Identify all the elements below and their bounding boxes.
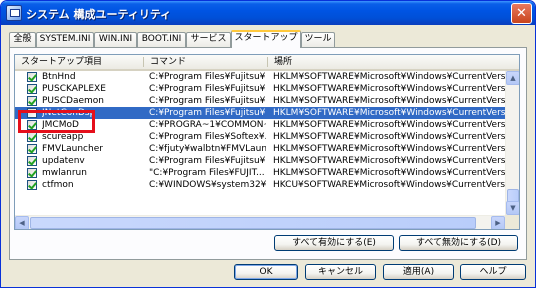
startup-command: "C:¥Program Files¥FUJIT... bbox=[149, 168, 265, 178]
list-item[interactable]: mwlanrun "C:¥Program Files¥FUJIT... HKLM¥S… bbox=[15, 167, 505, 179]
apply-button[interactable]: 適用(A) bbox=[383, 264, 454, 280]
startup-checkbox[interactable] bbox=[27, 156, 37, 166]
startup-item-name: FMVLauncher bbox=[42, 144, 103, 154]
startup-command: C:¥Program Files¥Fujitsu¥... bbox=[149, 96, 266, 106]
startup-command: C:¥Program Files¥Softex¥... bbox=[149, 132, 266, 142]
column-header-command[interactable]: コマンド bbox=[144, 55, 267, 69]
startup-checkbox[interactable] bbox=[27, 72, 37, 82]
startup-item-name: PUSCKAPLEXE bbox=[42, 84, 106, 94]
startup-location: HKLM¥SOFTWARE¥Microsoft¥Windows¥CurrentV… bbox=[273, 168, 505, 178]
cancel-button[interactable]: キャンセル bbox=[305, 264, 376, 280]
startup-item-name: updatenv bbox=[42, 156, 85, 166]
startup-location: HKLM¥SOFTWARE¥Microsoft¥Windows¥CurrentV… bbox=[273, 156, 505, 166]
startup-checkbox[interactable] bbox=[27, 132, 37, 142]
startup-location: HKLM¥SOFTWARE¥Microsoft¥Windows¥CurrentV… bbox=[273, 132, 505, 142]
startup-checkbox[interactable] bbox=[27, 180, 37, 190]
tab-system-ini[interactable]: SYSTEM.INI bbox=[36, 32, 94, 47]
title-bar[interactable]: システム 構成ユーティリティ ✕ bbox=[1, 1, 535, 25]
list-item[interactable]: PUSCKAPLEXE C:¥Program Files¥Fujitsu¥... H… bbox=[15, 83, 505, 95]
startup-command: C:¥Program Files¥Fujitsu¥... bbox=[149, 108, 266, 118]
startup-location: HKLM¥SOFTWARE¥Microsoft¥Windows¥CurrentV… bbox=[273, 120, 505, 130]
highlight-box bbox=[18, 110, 95, 133]
startup-item-name: ctfmon bbox=[42, 180, 74, 190]
disable-all-button[interactable]: すべて無効にする(D) bbox=[399, 235, 518, 251]
startup-checkbox[interactable] bbox=[27, 84, 37, 94]
startup-command: C:¥WINDOWS¥system32¥c... bbox=[149, 180, 266, 190]
startup-location: HKLM¥SOFTWARE¥Microsoft¥Windows¥CurrentV… bbox=[273, 108, 505, 118]
startup-location: HKLM¥SOFTWARE¥Microsoft¥Windows¥CurrentV… bbox=[273, 72, 505, 82]
tab-services[interactable]: サービス bbox=[186, 32, 231, 47]
startup-item-name: mwlanrun bbox=[42, 168, 87, 178]
startup-command: C:¥Program Files¥Fujitsu¥... bbox=[149, 84, 266, 94]
tab-tools[interactable]: ツール bbox=[301, 32, 335, 47]
close-button[interactable]: ✕ bbox=[511, 3, 532, 24]
column-header-startup-item[interactable]: スタートアップ項目 bbox=[15, 55, 143, 69]
startup-checkbox[interactable] bbox=[27, 144, 37, 154]
msconfig-window: システム 構成ユーティリティ ✕ 全般 SYSTEM.INI WIN.INI B… bbox=[0, 0, 536, 288]
startup-location: HKLM¥SOFTWARE¥Microsoft¥Windows¥CurrentV… bbox=[273, 84, 505, 94]
vertical-scrollbar[interactable]: ▲ ▼ bbox=[505, 71, 519, 215]
scroll-left-button[interactable]: ◀ bbox=[15, 216, 29, 229]
startup-list[interactable]: スタートアップ項目 コマンド 場所 BtnHnd C:¥Program Files… bbox=[14, 54, 520, 230]
scroll-up-button[interactable]: ▲ bbox=[506, 71, 519, 85]
list-rows: BtnHnd C:¥Program Files¥Fujitsu¥... HKLM¥S… bbox=[15, 71, 505, 215]
tab-startup[interactable]: スタートアップ bbox=[231, 30, 301, 48]
horizontal-scrollbar[interactable]: ◀ ▶ bbox=[15, 215, 505, 229]
window-title: システム 構成ユーティリティ bbox=[26, 8, 172, 21]
startup-command: C:¥Program Files¥Fujitsu¥... bbox=[149, 72, 266, 82]
tab-win-ini[interactable]: WIN.INI bbox=[94, 32, 137, 47]
tab-general[interactable]: 全般 bbox=[9, 32, 36, 47]
msconfig-icon bbox=[6, 5, 22, 21]
startup-checkbox[interactable] bbox=[27, 96, 37, 106]
startup-location: HKLM¥SOFTWARE¥Microsoft¥Windows¥CurrentV… bbox=[273, 144, 505, 154]
list-item[interactable]: ctfmon C:¥WINDOWS¥system32¥c... HKCU¥SOFTW… bbox=[15, 179, 505, 191]
startup-item-name: PUSCDaemon bbox=[42, 96, 104, 106]
ok-button[interactable]: OK bbox=[234, 264, 298, 280]
help-button[interactable]: ヘルプ bbox=[460, 264, 526, 280]
column-header-location[interactable]: 場所 bbox=[268, 55, 506, 69]
startup-item-name: BtnHnd bbox=[42, 72, 76, 82]
tab-boot-ini[interactable]: BOOT.INI bbox=[137, 32, 186, 47]
startup-checkbox[interactable] bbox=[27, 168, 37, 178]
scroll-down-button[interactable]: ▼ bbox=[506, 201, 519, 215]
startup-location: HKLM¥SOFTWARE¥Microsoft¥Windows¥CurrentV… bbox=[273, 96, 505, 106]
startup-command: C:¥fjuty¥walbtn¥FMVLaun... bbox=[149, 144, 266, 154]
list-item[interactable]: updatenv C:¥Program Files¥Fujitsu¥... HKLM… bbox=[15, 155, 505, 167]
list-item[interactable]: PUSCDaemon C:¥Program Files¥Fujitsu¥... HK… bbox=[15, 95, 505, 107]
startup-command: C:¥PROGRA~1¥COMMON~... bbox=[149, 120, 266, 130]
scroll-corner bbox=[505, 215, 519, 229]
startup-location: HKCU¥SOFTWARE¥Microsoft¥Windows¥CurrentV… bbox=[273, 180, 505, 190]
startup-command: C:¥Program Files¥Fujitsu¥... bbox=[149, 156, 266, 166]
list-item[interactable]: BtnHnd C:¥Program Files¥Fujitsu¥... HKLM¥S… bbox=[15, 71, 505, 83]
scroll-right-button[interactable]: ▶ bbox=[491, 216, 505, 229]
horizontal-scroll-thumb[interactable] bbox=[30, 217, 476, 229]
enable-all-button[interactable]: すべて有効にする(E) bbox=[274, 235, 394, 251]
list-item[interactable]: FMVLauncher C:¥fjuty¥walbtn¥FMVLaun... HKL… bbox=[15, 143, 505, 155]
list-header: スタートアップ項目 コマンド 場所 bbox=[15, 55, 519, 71]
